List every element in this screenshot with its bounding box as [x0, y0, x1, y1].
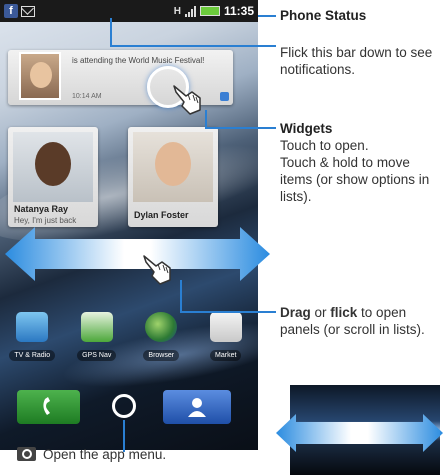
network-icon: H: [173, 5, 181, 17]
widgets-line2: Touch & hold to move items (or show opti…: [280, 155, 430, 204]
status-indicators: H 11:35: [174, 4, 254, 18]
status-clock: 11:35: [223, 4, 254, 18]
annotation-app-menu: Open the app menu.: [43, 446, 166, 463]
annotation-drag: Drag or flick to open panels (or scroll …: [280, 305, 425, 337]
callout-line: [110, 45, 276, 47]
status-bar[interactable]: f H 11:35: [0, 0, 258, 22]
globe-icon: [145, 312, 178, 342]
facebook-notification-icon: f: [4, 4, 18, 18]
app-label: Market: [210, 350, 242, 361]
mail-notification-icon: [21, 5, 35, 17]
callout-line: [205, 127, 276, 129]
contact-widget-natanya[interactable]: Natanya Ray Hey, I'm just back: [8, 127, 98, 227]
contact-photo: [13, 132, 93, 202]
callout-line: [180, 311, 276, 313]
social-avatar: [19, 52, 61, 100]
app-shortcuts-row: TV & Radio GPS Nav Browser Market: [0, 312, 258, 361]
thumbnail-double-arrow: [276, 414, 443, 452]
social-status-text: is attending the World Music Festival!: [72, 56, 205, 65]
widgets-title: Widgets: [280, 121, 333, 136]
annotation-notifications: Flick this bar down to see notifications…: [280, 44, 440, 78]
contact-widget-dylan[interactable]: Dylan Foster: [128, 127, 218, 227]
battery-icon: [199, 6, 220, 16]
phone-handset-icon: [43, 397, 50, 415]
callout-line: [180, 280, 182, 312]
app-gps-nav[interactable]: GPS Nav: [67, 312, 127, 361]
pointing-hand-icon: [143, 255, 171, 285]
dock: [0, 388, 258, 438]
contact-message: Hey, I'm just back: [14, 216, 77, 225]
notifications-text: Flick this bar down to see notifications…: [280, 45, 433, 77]
drag-word: Drag: [280, 305, 311, 320]
contact-name: Natanya Ray: [14, 204, 69, 214]
annotation-phone-status: Phone Status: [280, 8, 367, 23]
widgets-line1: Touch to open.: [280, 138, 369, 153]
app-label: GPS Nav: [77, 350, 117, 361]
pointing-hand-icon: [173, 85, 201, 115]
contacts-button[interactable]: [163, 390, 231, 424]
callout-line: [258, 15, 276, 17]
tv-radio-icon: [16, 312, 49, 342]
flick-word: flick: [330, 305, 358, 320]
signal-strength-icon: [184, 5, 196, 17]
app-browser[interactable]: Browser: [131, 312, 191, 361]
app-menu-button[interactable]: [112, 394, 136, 418]
app-tv-radio[interactable]: TV & Radio: [2, 312, 62, 361]
drag-double-arrow: [5, 227, 270, 281]
app-market[interactable]: Market: [196, 312, 256, 361]
phone-dialer-button[interactable]: [17, 390, 80, 424]
contact-name: Dylan Foster: [134, 210, 189, 220]
menu-key-icon: [17, 447, 36, 461]
contact-photo: [133, 132, 213, 202]
annotation-widgets: Widgets Touch to open. Touch & hold to m…: [280, 120, 440, 205]
social-timestamp: 10:14 AM: [72, 93, 102, 100]
gps-nav-icon: [80, 312, 113, 342]
app-label: Browser: [143, 350, 180, 361]
market-bag-icon: [209, 312, 242, 342]
app-label: TV & Radio: [9, 350, 56, 361]
social-service-icon: [220, 92, 229, 101]
callout-line: [205, 110, 207, 128]
person-icon: [188, 398, 206, 417]
callout-line: [110, 18, 112, 45]
app-menu-text: Open the app menu.: [43, 447, 167, 462]
